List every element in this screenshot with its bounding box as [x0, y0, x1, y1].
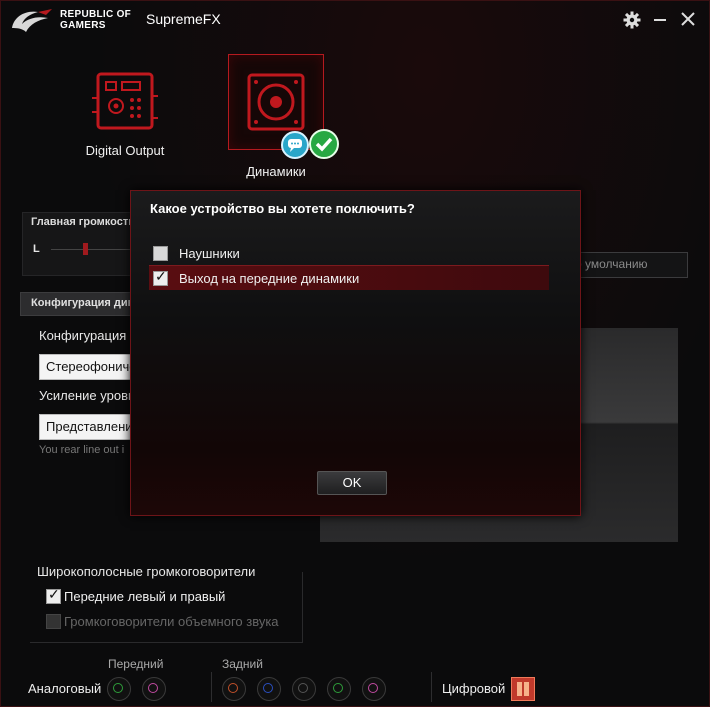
title-bar: REPUBLIC OF GAMERS SupremeFX — [0, 0, 710, 40]
jack-rear-black[interactable] — [292, 677, 316, 701]
volume-slider-track[interactable] — [51, 249, 131, 250]
speaker-tile — [228, 54, 339, 159]
chat-bubble-icon — [281, 131, 309, 159]
gain-select-value: Представление — [46, 419, 140, 434]
device-speakers[interactable]: Динамики — [228, 54, 339, 179]
front-speakers-checkbox[interactable]: ✓ — [153, 268, 168, 286]
jack-rear-green[interactable] — [327, 677, 351, 701]
config-select-value: Стереофоничес — [46, 359, 143, 374]
wideband-panel — [30, 572, 303, 643]
wideband-title: Широкополосные громкоговорители — [37, 564, 262, 579]
analog-label: Аналоговый — [28, 681, 102, 696]
master-volume-panel: Главная громкость L — [22, 212, 142, 276]
jack-rear-orange[interactable] — [222, 677, 246, 701]
dialog-title: Какое устройство вы хотете поключить? — [150, 201, 415, 216]
tab-speaker-config-label: Конфигурация дин — [31, 297, 135, 309]
front-jacks-header: Передний — [108, 657, 164, 671]
brand-line2: GAMERS — [60, 20, 106, 31]
option-front-speakers-label: Выход на передние динамики — [179, 271, 360, 286]
speaker-icon — [247, 73, 305, 131]
digital-label: Цифровой — [442, 681, 506, 696]
volume-slider-handle[interactable] — [83, 243, 88, 255]
volume-left-label: L — [33, 243, 40, 255]
ok-button[interactable]: OK — [317, 471, 387, 495]
jack-front-green[interactable] — [107, 677, 131, 701]
gain-label: Усиление уровн — [39, 388, 136, 403]
rear-jacks-header: Задний — [222, 657, 263, 671]
surround-wideband-checkbox[interactable] — [46, 614, 61, 629]
digital-output-icon — [92, 72, 158, 130]
jack-rear-blue[interactable] — [257, 677, 281, 701]
device-digital-output-label: Digital Output — [85, 143, 165, 158]
divider — [431, 672, 432, 702]
device-speakers-label: Динамики — [246, 164, 306, 179]
option-headphones[interactable]: Наушники — [149, 241, 549, 265]
jack-front-pink[interactable] — [142, 677, 166, 701]
front-wideband-checkbox[interactable]: ✓ — [46, 586, 61, 604]
device-digital-output[interactable]: Digital Output — [80, 60, 170, 158]
gear-icon[interactable] — [623, 11, 641, 29]
restore-default-label: о умолчанию — [575, 257, 648, 271]
ok-button-label: OK — [342, 475, 362, 490]
check-icon: ✓ — [48, 586, 60, 602]
config-label: Конфигурация д — [39, 328, 138, 343]
headphones-checkbox[interactable] — [153, 246, 168, 261]
checkmark-icon — [309, 129, 339, 159]
divider — [211, 672, 212, 702]
jack-rear-pink[interactable] — [362, 677, 386, 701]
minimize-icon[interactable] — [652, 10, 668, 28]
config-select[interactable]: Стереофоничес — [39, 354, 143, 380]
rear-line-out-note: You rear line out i — [39, 444, 125, 456]
gain-select[interactable]: Представление — [39, 414, 140, 440]
front-wideband-label: Передние левый и правый — [64, 589, 226, 604]
option-front-speakers[interactable]: ✓ Выход на передние динамики — [149, 265, 549, 290]
master-volume-title: Главная громкость — [31, 216, 136, 228]
app-title: SupremeFX — [146, 11, 221, 27]
option-headphones-label: Наушники — [179, 246, 240, 261]
surround-wideband-label: Громкоговорители объемного звука — [64, 614, 279, 629]
brand-line1: REPUBLIC OF — [60, 9, 132, 20]
rog-logo — [12, 9, 52, 32]
brand-text: REPUBLIC OF GAMERS — [60, 9, 131, 31]
digital-output-toggle[interactable] — [511, 677, 535, 701]
close-icon[interactable] — [680, 10, 696, 28]
tab-speaker-config[interactable]: Конфигурация дин — [20, 292, 134, 316]
check-icon: ✓ — [155, 268, 167, 284]
device-connect-dialog: Какое устройство вы хотете поключить? На… — [130, 190, 581, 516]
